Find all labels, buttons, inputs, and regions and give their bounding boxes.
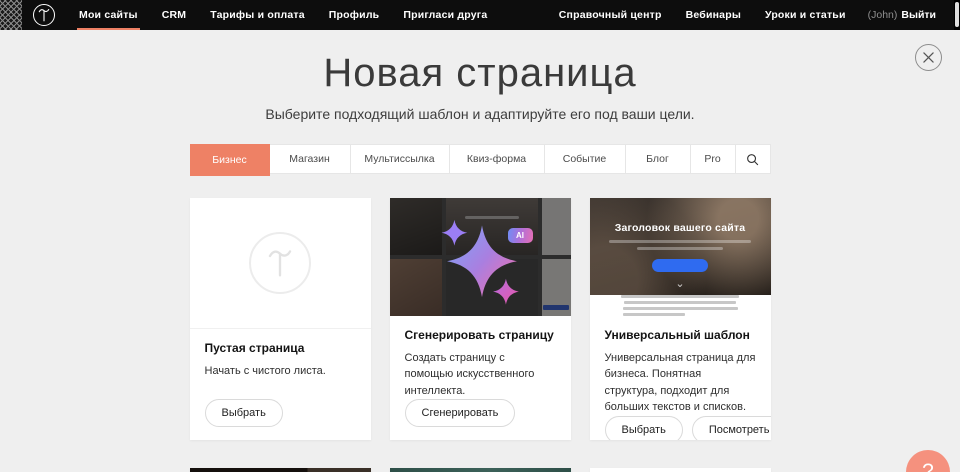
tab-event[interactable]: Событие xyxy=(545,145,626,173)
page-subtitle: Выберите подходящий шаблон и адаптируйте… xyxy=(0,106,960,122)
nav-logout[interactable]: (John) Выйти xyxy=(858,0,946,30)
page-scrollbar[interactable] xyxy=(954,0,960,30)
card-description: Создать страницу с помощью искусственног… xyxy=(405,350,556,400)
tab-shop[interactable]: Магазин xyxy=(270,145,351,173)
placeholder-line xyxy=(637,247,723,250)
close-button[interactable] xyxy=(915,44,942,71)
card-actions: Выбрать xyxy=(205,399,356,427)
secondary-nav: Справочный центр Вебинары Уроки и статьи… xyxy=(547,0,960,30)
nav-lessons[interactable]: Уроки и статьи xyxy=(753,0,858,30)
template-card-partial[interactable] xyxy=(390,468,571,472)
nav-webinars[interactable]: Вебинары xyxy=(674,0,753,30)
card-body: Сгенерировать страницу Создать страницу … xyxy=(390,316,571,441)
card-ai-generate[interactable]: AI Сгенерировать страницу Создать страни… xyxy=(390,198,571,440)
template-card-partial[interactable] xyxy=(590,468,771,472)
logout-label: Выйти xyxy=(901,9,936,21)
placeholder-line xyxy=(624,301,736,304)
nav-profile[interactable]: Профиль xyxy=(317,0,392,30)
card-universal-template[interactable]: Заголовок вашего сайта ⌄ xyxy=(590,198,771,440)
card-blank-page[interactable]: Пустая страница Начать с чистого листа. … xyxy=(190,198,371,440)
card-title: Пустая страница xyxy=(205,341,356,355)
nav-invite-friend[interactable]: Пригласи друга xyxy=(391,0,499,30)
search-tab[interactable] xyxy=(736,145,770,173)
preview-button[interactable]: Посмотреть xyxy=(692,416,771,441)
card-actions: Выбрать Посмотреть xyxy=(605,416,756,441)
card-actions: Сгенерировать xyxy=(405,399,556,427)
template-category-tabs: Бизнес Магазин Мультиссылка Квиз-форма С… xyxy=(190,144,771,174)
help-button[interactable]: ? xyxy=(906,450,950,472)
tab-multilink[interactable]: Мультиссылка xyxy=(351,145,450,173)
placeholder-line xyxy=(621,295,739,298)
tab-quiz-form[interactable]: Квиз-форма xyxy=(450,145,545,173)
tilda-glyph xyxy=(37,7,51,23)
hero-content: Заголовок вашего сайта ⌄ xyxy=(590,198,771,295)
ai-badge: AI xyxy=(508,228,533,243)
card-description: Начать с чистого листа. xyxy=(205,363,356,380)
template-text-section xyxy=(590,295,771,316)
nav-crm[interactable]: CRM xyxy=(150,0,199,30)
decorative-pattern xyxy=(0,0,22,30)
user-name: (John) xyxy=(868,9,898,21)
card-title: Сгенерировать страницу xyxy=(405,328,556,342)
template-preview: Заголовок вашего сайта ⌄ xyxy=(590,198,771,316)
scrollbar-thumb[interactable] xyxy=(955,2,959,27)
search-icon xyxy=(746,153,759,166)
tilda-logo[interactable] xyxy=(22,0,67,30)
placeholder-line xyxy=(609,240,751,243)
new-page-modal: Новая страница Выберите подходящий шабло… xyxy=(0,30,960,472)
tilda-watermark-icon xyxy=(249,232,311,294)
tab-blog[interactable]: Блог xyxy=(626,145,691,173)
card-description: Универсальная страница для бизнеса. Поня… xyxy=(605,350,756,416)
template-hero: Заголовок вашего сайта ⌄ xyxy=(590,198,771,295)
template-cards: Пустая страница Начать с чистого листа. … xyxy=(190,198,771,440)
tilda-logo-icon xyxy=(33,4,55,26)
ai-preview: AI xyxy=(390,198,571,316)
tab-pro[interactable]: Pro xyxy=(691,145,736,173)
template-cards-next-row xyxy=(190,468,771,472)
chevron-down-icon: ⌄ xyxy=(675,280,684,288)
placeholder-line xyxy=(623,307,738,310)
page-title: Новая страница xyxy=(0,48,960,98)
hero-cta-button xyxy=(652,259,708,272)
close-icon xyxy=(923,52,934,63)
tilda-glyph xyxy=(266,246,294,280)
generate-button[interactable]: Сгенерировать xyxy=(405,399,516,427)
card-title: Универсальный шаблон xyxy=(605,328,756,342)
card-body: Универсальный шаблон Универсальная стран… xyxy=(590,316,771,441)
blank-page-preview xyxy=(190,198,371,329)
top-header: Мои сайты CRM Тарифы и оплата Профиль Пр… xyxy=(0,0,960,30)
nav-my-sites[interactable]: Мои сайты xyxy=(67,0,150,30)
nav-help-center[interactable]: Справочный центр xyxy=(547,0,674,30)
nav-tariffs[interactable]: Тарифы и оплата xyxy=(198,0,317,30)
select-button[interactable]: Выбрать xyxy=(605,416,683,441)
hero-heading: Заголовок вашего сайта xyxy=(615,222,746,234)
template-card-partial[interactable] xyxy=(190,468,371,472)
main-nav: Мои сайты CRM Тарифы и оплата Профиль Пр… xyxy=(67,0,499,30)
select-button[interactable]: Выбрать xyxy=(205,399,283,427)
tab-business[interactable]: Бизнес xyxy=(190,144,270,176)
card-body: Пустая страница Начать с чистого листа. … xyxy=(190,329,371,440)
modal-content: Бизнес Магазин Мультиссылка Квиз-форма С… xyxy=(190,144,771,472)
